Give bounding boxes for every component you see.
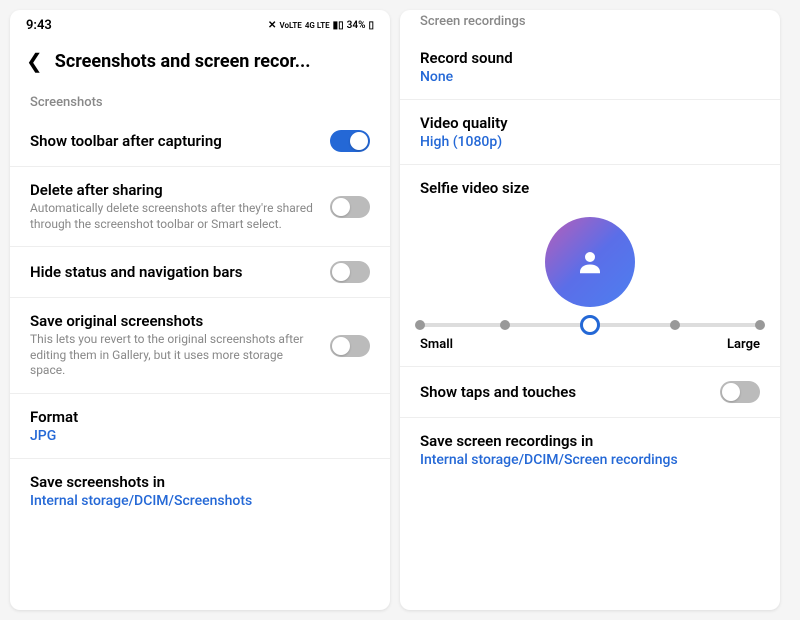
- status-time: 9:43: [26, 18, 52, 33]
- selfie-size-slider[interactable]: [420, 323, 760, 327]
- item-video-quality[interactable]: Video quality High (1080p): [400, 100, 780, 165]
- item-value: High (1080p): [420, 134, 760, 150]
- slider-labels: Small Large: [420, 337, 760, 352]
- selfie-preview: [420, 217, 760, 307]
- item-title: Video quality: [420, 114, 760, 132]
- item-title: Delete after sharing: [30, 181, 318, 199]
- item-title: Show taps and touches: [420, 383, 708, 401]
- item-title: Record sound: [420, 49, 760, 67]
- item-title: Show toolbar after capturing: [30, 132, 318, 150]
- lte-icon: 4G LTE: [305, 21, 330, 30]
- slider-thumb[interactable]: [580, 315, 600, 335]
- selfie-avatar-circle: [545, 217, 635, 307]
- item-title: Save original screenshots: [30, 312, 318, 330]
- page-title: Screenshots and screen recor...: [55, 51, 374, 72]
- item-delete-after-sharing[interactable]: Delete after sharing Automatically delet…: [10, 167, 390, 247]
- toggle-delete-after-sharing[interactable]: [330, 196, 370, 218]
- item-title: Hide status and navigation bars: [30, 263, 318, 281]
- item-title: Save screen recordings in: [420, 432, 760, 450]
- slider-label-large: Large: [727, 337, 760, 352]
- item-title: Selfie video size: [420, 179, 760, 197]
- item-title: Format: [30, 408, 370, 426]
- item-save-original[interactable]: Save original screenshots This lets you …: [10, 298, 390, 394]
- item-subtitle: This lets you revert to the original scr…: [30, 332, 318, 379]
- toggle-hide-bars[interactable]: [330, 261, 370, 283]
- item-show-taps[interactable]: Show taps and touches: [400, 367, 780, 418]
- toggle-show-toolbar[interactable]: [330, 130, 370, 152]
- item-save-recordings-in[interactable]: Save screen recordings in Internal stora…: [400, 418, 780, 482]
- item-show-toolbar[interactable]: Show toolbar after capturing: [10, 116, 390, 167]
- back-icon[interactable]: ❮: [26, 49, 43, 73]
- status-bar: 9:43 ✕ VoLTE 4G LTE ▮▯ 34% ▯: [10, 10, 390, 37]
- person-icon: [575, 247, 605, 277]
- mute-icon: ✕: [268, 20, 276, 31]
- toggle-save-original[interactable]: [330, 335, 370, 357]
- section-label-recordings: Screen recordings: [400, 10, 780, 35]
- section-label-screenshots: Screenshots: [10, 85, 390, 116]
- item-value: JPG: [30, 428, 370, 444]
- toggle-show-taps[interactable]: [720, 381, 760, 403]
- signal-icon: ▮▯: [333, 20, 344, 31]
- phone-right: Screen recordings Record sound None Vide…: [400, 10, 780, 610]
- volte-icon: VoLTE: [279, 21, 301, 30]
- item-value: Internal storage/DCIM/Screen recordings: [420, 452, 760, 468]
- item-value: Internal storage/DCIM/Screenshots: [30, 493, 370, 509]
- battery-icon: ▯: [368, 20, 374, 31]
- header: ❮ Screenshots and screen recor...: [10, 37, 390, 85]
- item-title: Save screenshots in: [30, 473, 370, 491]
- status-icons: ✕ VoLTE 4G LTE ▮▯ 34% ▯: [268, 20, 374, 31]
- battery-percent: 34%: [347, 20, 366, 31]
- slider-label-small: Small: [420, 337, 453, 352]
- item-record-sound[interactable]: Record sound None: [400, 35, 780, 100]
- item-save-screenshots-in[interactable]: Save screenshots in Internal storage/DCI…: [10, 459, 390, 523]
- item-format[interactable]: Format JPG: [10, 394, 390, 459]
- item-hide-bars[interactable]: Hide status and navigation bars: [10, 247, 390, 298]
- item-subtitle: Automatically delete screenshots after t…: [30, 201, 318, 232]
- item-selfie-size: Selfie video size Small Large: [400, 165, 780, 367]
- item-value: None: [420, 69, 760, 85]
- phone-left: 9:43 ✕ VoLTE 4G LTE ▮▯ 34% ▯ ❮ Screensho…: [10, 10, 390, 610]
